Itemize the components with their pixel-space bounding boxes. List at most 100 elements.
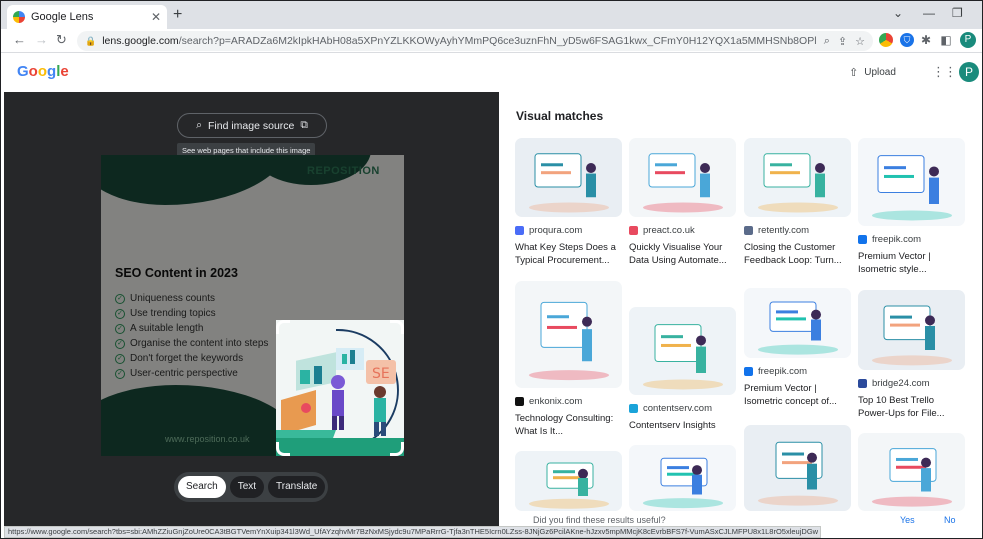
visual-match-result[interactable]: proqura.com What Key Steps Does a Typical… xyxy=(515,138,622,267)
visual-match-result[interactable]: contentserv.com Contentserv Insights xyxy=(629,307,736,432)
isometric-illustration: SE xyxy=(276,320,404,456)
logo-letter: g xyxy=(47,63,57,80)
site-favicon-icon xyxy=(858,235,867,244)
site-favicon-icon xyxy=(744,226,753,235)
visual-match-result[interactable] xyxy=(629,445,736,511)
visual-match-result[interactable]: bridge24.com Top 10 Best Trello Power-Ups… xyxy=(858,290,965,420)
upload-button[interactable]: ⇧ Upload xyxy=(849,66,896,79)
extensions-puzzle-icon[interactable]: ✱ xyxy=(919,33,933,47)
back-arrow-icon[interactable]: ← xyxy=(13,32,26,47)
lock-icon[interactable]: 🔒 xyxy=(85,36,96,47)
visual-matches-heading: Visual matches xyxy=(516,109,604,123)
result-source[interactable]: proqura.com xyxy=(515,225,622,236)
site-favicon-icon xyxy=(858,379,867,388)
bookmark-star-icon[interactable]: ☆ xyxy=(855,35,865,48)
lens-header: Google ⇧ Upload ⋮⋮⋮ P xyxy=(1,54,982,92)
result-caption[interactable]: Closing the Customer Feedback Loop: Turn… xyxy=(744,241,851,267)
extension-shield-icon[interactable]: ⛉ xyxy=(900,33,914,47)
google-lens-favicon-icon xyxy=(13,11,25,23)
feedback-question: Did you find these results useful? xyxy=(533,515,666,525)
visual-match-result[interactable] xyxy=(515,451,622,511)
svg-text:SE: SE xyxy=(372,366,390,382)
result-thumbnail[interactable] xyxy=(515,451,622,511)
crop-selection-box[interactable]: SE xyxy=(276,320,404,456)
site-favicon-icon xyxy=(515,397,524,406)
result-caption[interactable]: Top 10 Best Trello Power-Ups for File... xyxy=(858,394,965,420)
result-source[interactable]: enkonix.com xyxy=(515,396,622,407)
side-panel-icon[interactable]: ◧ xyxy=(939,33,953,47)
address-bar[interactable]: 🔒 lens.google.com/search?p=ARADZa6M2kIpk… xyxy=(77,31,873,51)
tab-close-icon[interactable]: ✕ xyxy=(151,10,161,24)
new-tab-button[interactable]: + xyxy=(173,6,182,24)
result-thumbnail[interactable] xyxy=(629,445,736,511)
feedback-no-button[interactable]: No xyxy=(944,515,956,525)
status-bar-url: https://www.google.com/search?tbs=sbi:AM… xyxy=(4,526,821,538)
lens-search-icon: ⌕ xyxy=(196,119,202,131)
extension-color-icon[interactable] xyxy=(879,33,893,47)
result-source[interactable]: contentserv.com xyxy=(629,403,736,414)
result-source[interactable]: retently.com xyxy=(744,225,851,236)
result-thumbnail[interactable] xyxy=(858,138,965,226)
upload-icon: ⇧ xyxy=(849,67,859,79)
result-caption[interactable]: Premium Vector | Isometric concept of... xyxy=(744,382,851,408)
result-source[interactable]: preact.co.uk xyxy=(629,225,736,236)
site-favicon-icon xyxy=(744,367,753,376)
browser-toolbar: ← → ↻ 🔒 lens.google.com/search?p=ARADZa6… xyxy=(1,29,982,53)
result-thumbnail[interactable] xyxy=(858,290,965,370)
mode-translate-button[interactable]: Translate xyxy=(268,476,326,498)
find-image-source-button[interactable]: ⌕ Find image source ⧉ xyxy=(177,113,327,138)
reload-icon[interactable]: ↻ xyxy=(56,32,67,48)
visual-match-result[interactable] xyxy=(744,425,851,511)
open-external-icon: ⧉ xyxy=(300,119,308,131)
mode-search-button[interactable]: Search xyxy=(178,476,226,498)
tab-title: Google Lens xyxy=(31,11,94,23)
restore-icon[interactable]: ❐ xyxy=(952,6,963,20)
tab-strip: Google Lens ✕ + ⌄ — ❐ xyxy=(1,1,982,29)
result-thumbnail[interactable] xyxy=(744,288,851,358)
result-thumbnail[interactable] xyxy=(515,281,622,388)
result-thumbnail[interactable] xyxy=(629,138,736,217)
results-pane: Visual matches proqura.com What Key Steps… xyxy=(499,92,982,526)
site-favicon-icon xyxy=(629,226,638,235)
result-caption[interactable]: Contentserv Insights xyxy=(629,419,736,432)
url-text[interactable]: lens.google.com/search?p=ARADZa6M2kIpkHA… xyxy=(102,35,816,47)
result-thumbnail[interactable] xyxy=(858,433,965,511)
profile-avatar[interactable]: P xyxy=(960,32,976,48)
visual-match-result[interactable]: enkonix.com Technology Consulting: What I… xyxy=(515,281,622,438)
logo-letter: e xyxy=(60,63,69,80)
lens-mode-switcher: Search Text Translate xyxy=(174,472,328,502)
logo-letter: o xyxy=(28,63,38,80)
result-source[interactable]: freepik.com xyxy=(858,234,965,245)
google-logo[interactable]: Google xyxy=(17,63,69,80)
result-thumbnail[interactable] xyxy=(629,307,736,395)
share-icon[interactable]: ⇪ xyxy=(838,35,847,48)
result-caption[interactable]: Premium Vector | Isometric style... xyxy=(858,250,965,276)
logo-letter: o xyxy=(37,63,48,80)
forward-arrow-icon[interactable]: → xyxy=(35,32,48,47)
minimize-icon[interactable]: — xyxy=(923,6,935,20)
tab-search-chevron-icon[interactable]: ⌄ xyxy=(893,6,903,20)
result-caption[interactable]: What Key Steps Does a Typical Procuremen… xyxy=(515,241,622,267)
result-source[interactable]: freepik.com xyxy=(744,366,851,377)
browser-window: Google Lens ✕ + ⌄ — ❐ ← → ↻ 🔒 lens.googl… xyxy=(0,0,983,539)
site-favicon-icon xyxy=(629,404,638,413)
visual-match-result[interactable]: retently.com Closing the Customer Feedbac… xyxy=(744,138,851,267)
mode-text-button[interactable]: Text xyxy=(229,476,265,498)
result-thumbnail[interactable] xyxy=(744,425,851,511)
result-thumbnail[interactable] xyxy=(744,138,851,217)
google-lens-icon[interactable]: ⌕ xyxy=(824,35,830,48)
feedback-yes-button[interactable]: Yes xyxy=(900,515,915,525)
result-thumbnail[interactable] xyxy=(515,138,622,217)
tab-google-lens[interactable]: Google Lens ✕ xyxy=(7,5,167,29)
visual-match-result[interactable]: freepik.com Premium Vector | Isometric co… xyxy=(744,288,851,408)
visual-match-result[interactable]: freepik.com Premium Vector | Isometric st… xyxy=(858,138,965,276)
account-avatar[interactable]: P xyxy=(959,62,979,82)
visual-match-result[interactable]: preact.co.uk Quickly Visualise Your Data … xyxy=(629,138,736,267)
result-source[interactable]: bridge24.com xyxy=(858,378,965,389)
feedback-bar: Did you find these results useful? Yes N… xyxy=(499,514,982,526)
site-favicon-icon xyxy=(515,226,524,235)
result-caption[interactable]: Quickly Visualise Your Data Using Automa… xyxy=(629,241,736,267)
visual-match-result[interactable] xyxy=(858,433,965,511)
result-caption[interactable]: Technology Consulting: What Is It... xyxy=(515,412,622,438)
image-viewer-pane: ⌕ Find image source ⧉ See web pages that… xyxy=(4,92,499,526)
